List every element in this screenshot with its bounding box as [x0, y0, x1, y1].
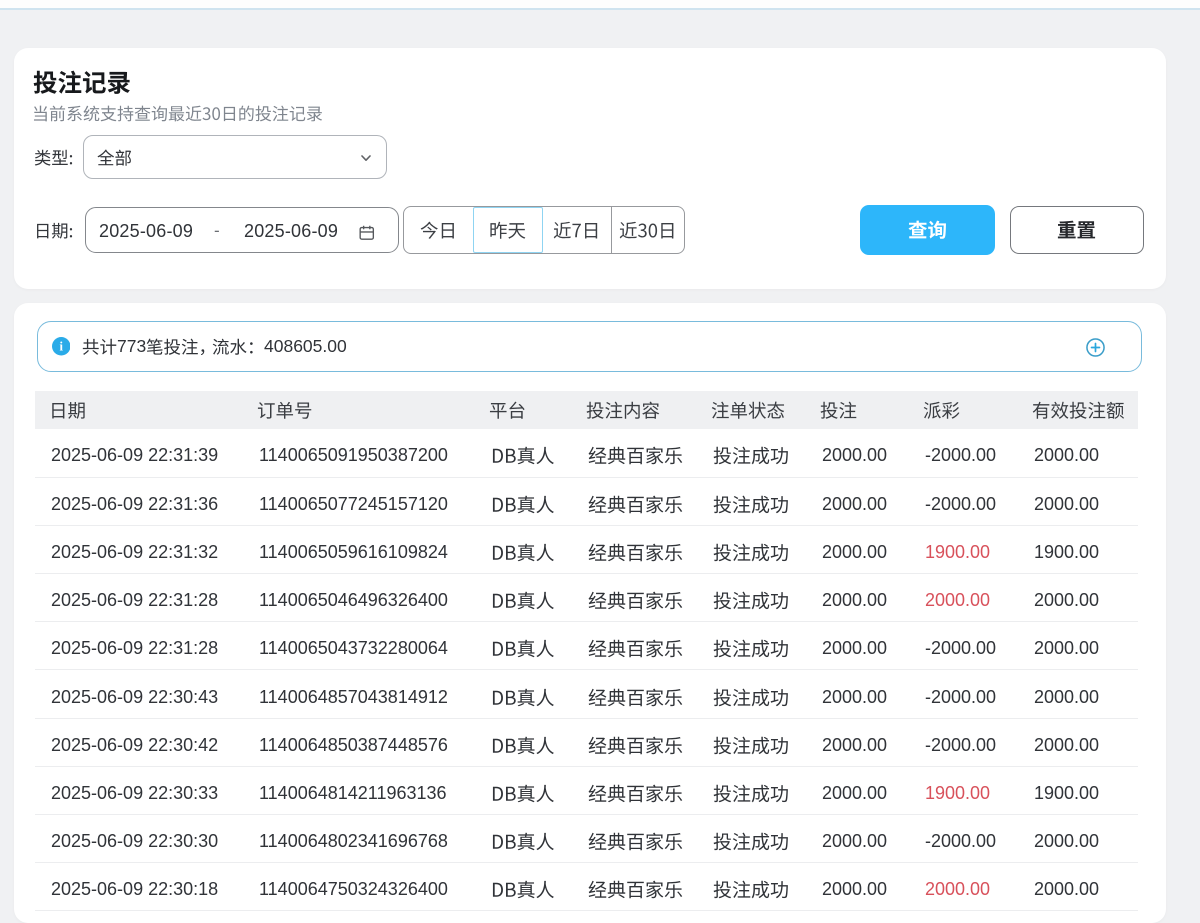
svg-text:i: i — [59, 340, 63, 354]
